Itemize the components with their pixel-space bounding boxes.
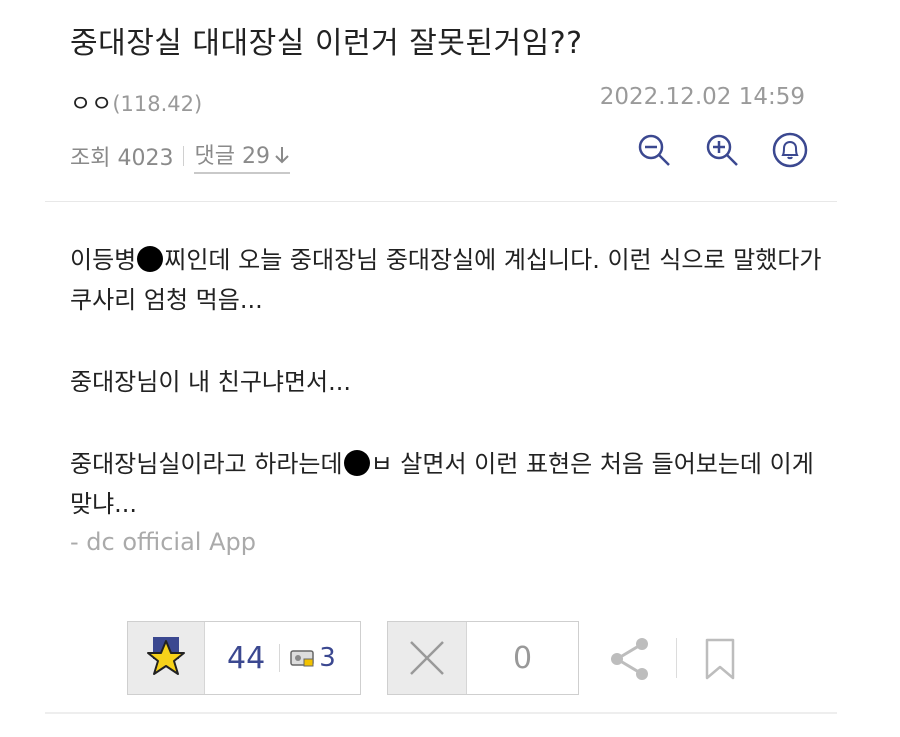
star-icon <box>147 637 185 675</box>
body-text: 중대장님실이라고 하라는데 <box>70 450 343 478</box>
post-stats: 조회 4023 댓글 29 <box>70 138 290 174</box>
zoom-in-icon <box>706 134 738 166</box>
fixed-user-icon <box>290 650 314 667</box>
footer-divider <box>45 712 837 714</box>
stats-divider <box>183 146 185 166</box>
view-count: 조회 4023 <box>70 146 174 171</box>
header-divider <box>45 201 837 202</box>
downvote-box: 0 <box>387 621 579 695</box>
censor-dot <box>343 450 370 476</box>
app-signature: - dc official App <box>70 528 256 556</box>
author-name[interactable]: ㅇㅇ <box>70 91 112 117</box>
fixed-count: 3 <box>319 643 336 673</box>
comment-link[interactable]: 댓글 29 <box>194 138 290 174</box>
body-text: 찌인데 오늘 중대장님 중대장실에 계십니다. 이런 식으로 말했다가 쿠사리 … <box>70 246 822 314</box>
bookmark-button[interactable] <box>703 638 737 684</box>
comment-count: 댓글 29 <box>194 144 270 169</box>
arrow-down-icon <box>275 147 289 164</box>
author-info[interactable]: ㅇㅇ(118.42) <box>70 84 202 118</box>
zoom-in-button[interactable] <box>702 130 742 170</box>
post-date: 2022.12.02 14:59 <box>599 84 805 110</box>
body-text: 이등병 <box>70 246 137 274</box>
bookmark-icon <box>705 638 735 680</box>
fixed-vote: 3 <box>290 643 336 673</box>
bell-icon <box>772 132 808 168</box>
vote-divider <box>279 644 281 672</box>
upvote-button[interactable] <box>128 622 205 694</box>
censor-dot <box>137 246 164 272</box>
downvote-count: 0 <box>512 640 533 676</box>
alarm-button[interactable] <box>770 130 810 170</box>
zoom-out-button[interactable] <box>634 130 674 170</box>
downvote-button[interactable] <box>388 622 467 694</box>
post-body: 이등병 찌인데 오늘 중대장님 중대장실에 계십니다. 이런 식으로 말했다가 쿠… <box>70 240 840 566</box>
post-tools <box>634 130 810 170</box>
x-icon <box>410 641 444 675</box>
post-title: 중대장실 대대장실 이런거 잘못된거임?? <box>70 26 583 61</box>
share-button[interactable] <box>608 636 654 686</box>
upvote-box: 44 3 <box>127 621 361 695</box>
body-paragraph-1: 이등병 찌인데 오늘 중대장님 중대장실에 계십니다. 이런 식으로 말했다가 쿠… <box>70 240 840 320</box>
body-paragraph-3: 중대장님실이라고 하라는데 ㅂ 살면서 이런 표현은 처음 들어보는데 이게 맞냐… <box>70 444 840 524</box>
zoom-out-icon <box>638 134 670 166</box>
body-paragraph-2: 중대장님이 내 친구냐면서... <box>70 368 352 396</box>
author-ip: (118.42) <box>112 92 203 116</box>
share-icon <box>611 638 648 680</box>
action-divider <box>676 638 677 678</box>
upvote-count: 44 <box>227 640 266 676</box>
